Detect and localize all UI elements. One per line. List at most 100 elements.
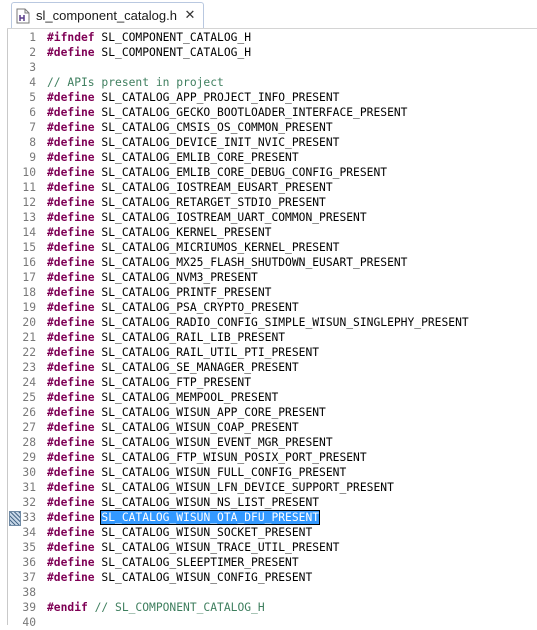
code-line[interactable]: 22 #define SL_CATALOG_RAIL_UTIL_PTI_PRESE… [8,345,537,360]
code-text: #define SL_CATALOG_WISUN_SOCKET_PRESENT [47,525,312,540]
code-line[interactable]: 38 [8,585,537,600]
line-number: 40 [22,616,36,629]
code-line[interactable]: 31 #define SL_CATALOG_WISUN_LFN_DEVICE_SU… [8,480,537,495]
macro-identifier: SL_CATALOG_WISUN_CONFIG_PRESENT [94,571,313,584]
code-text: #define SL_CATALOG_MICRIUMOS_KERNEL_PRES… [47,240,339,255]
preprocessor-keyword: #define [47,301,95,314]
preprocessor-keyword: #define [47,331,95,344]
code-line[interactable]: 17 #define SL_CATALOG_NVM3_PRESENT [8,270,537,285]
macro-identifier: SL_CATALOG_RADIO_CONFIG_SIMPLE_WISUN_SIN… [94,316,469,329]
code-line[interactable]: 20 #define SL_CATALOG_RADIO_CONFIG_SIMPLE… [8,315,537,330]
line-number: 24 [22,376,36,389]
code-editor[interactable]: 1 #ifndef SL_COMPONENT_CATALOG_H 2 #define … [8,29,537,629]
code-line[interactable]: 32 #define SL_CATALOG_WISUN_NS_LIST_PRESE… [8,495,537,510]
code-line[interactable]: 3 [8,60,537,75]
code-text: #define SL_CATALOG_KERNEL_PRESENT [47,225,271,240]
macro-identifier: SL_CATALOG_MEMPOOL_PRESENT [94,391,279,404]
code-line[interactable]: 15 #define SL_CATALOG_MICRIUMOS_KERNEL_PR… [8,240,537,255]
code-line[interactable]: 18 #define SL_CATALOG_PRINTF_PRESENT [8,285,537,300]
code-line[interactable]: 26 #define SL_CATALOG_WISUN_APP_CORE_PRES… [8,405,537,420]
code-line[interactable]: 24 #define SL_CATALOG_FTP_PRESENT [8,375,537,390]
line-number: 35 [22,541,36,554]
code-line[interactable]: 21 #define SL_CATALOG_RAIL_LIB_PRESENT [8,330,537,345]
code-line[interactable]: 14 #define SL_CATALOG_KERNEL_PRESENT [8,225,537,240]
line-number: 2 [29,46,36,59]
code-line[interactable]: 27 #define SL_CATALOG_WISUN_COAP_PRESENT [8,420,537,435]
line-number: 21 [22,331,36,344]
code-line[interactable]: 25 #define SL_CATALOG_MEMPOOL_PRESENT [8,390,537,405]
code-line[interactable]: 4 // APIs present in project [8,75,537,90]
code-comment: // APIs present in project [47,76,224,89]
preprocessor-keyword: #define [47,106,95,119]
code-line[interactable]: 8 #define SL_CATALOG_DEVICE_INIT_NVIC_PRE… [8,135,537,150]
preprocessor-keyword: #define [47,436,95,449]
code-line[interactable]: 19 #define SL_CATALOG_PSA_CRYPTO_PRESENT [8,300,537,315]
tab-sl-component-catalog-h[interactable]: sl_component_catalog.h ✕ [11,2,204,28]
code-line[interactable]: 11 #define SL_CATALOG_IOSTREAM_EUSART_PRE… [8,180,537,195]
macro-identifier: SL_COMPONENT_CATALOG_H [94,46,252,59]
code-text: #define SL_CATALOG_CMSIS_OS_COMMON_PRESE… [47,120,333,135]
code-line[interactable]: 2 #define SL_COMPONENT_CATALOG_H [8,45,537,60]
macro-identifier: SL_CATALOG_WISUN_TRACE_UTIL_PRESENT [94,541,340,554]
macro-identifier: SL_CATALOG_RETARGET_STDIO_PRESENT [94,196,326,209]
line-number: 22 [22,346,36,359]
code-line[interactable]: 23 #define SL_CATALOG_SE_MANAGER_PRESENT [8,360,537,375]
line-number: 28 [22,436,36,449]
code-line[interactable]: 37 #define SL_CATALOG_WISUN_CONFIG_PRESEN… [8,570,537,585]
preprocessor-keyword: #define [47,571,95,584]
macro-identifier: SL_CATALOG_PRINTF_PRESENT [94,286,272,299]
code-line[interactable]: 30 #define SL_CATALOG_WISUN_FULL_CONFIG_P… [8,465,537,480]
code-text: #define SL_CATALOG_WISUN_LFN_DEVICE_SUPP… [47,480,394,495]
code-text: #define SL_CATALOG_APP_PROJECT_INFO_PRES… [47,90,339,105]
code-line[interactable]: 34 #define SL_CATALOG_WISUN_SOCKET_PRESEN… [8,525,537,540]
line-number: 32 [22,496,36,509]
code-line[interactable]: 10 #define SL_CATALOG_EMLIB_CORE_DEBUG_CO… [8,165,537,180]
code-line[interactable]: 29 #define SL_CATALOG_FTP_WISUN_POSIX_POR… [8,450,537,465]
code-text: #define SL_CATALOG_RAIL_LIB_PRESENT [47,330,285,345]
left-panel-edge [0,0,8,625]
code-line[interactable]: 5 #define SL_CATALOG_APP_PROJECT_INFO_PRE… [8,90,537,105]
macro-identifier: SL_CATALOG_MICRIUMOS_KERNEL_PRESENT [94,241,340,254]
code-text: #define SL_CATALOG_WISUN_CONFIG_PRESENT [47,570,312,585]
code-line[interactable]: 39 #endif // SL_COMPONENT_CATALOG_H [8,600,537,615]
code-line[interactable]: 6 #define SL_CATALOG_GECKO_BOOTLOADER_INT… [8,105,537,120]
code-text: #ifndef SL_COMPONENT_CATALOG_H [47,30,251,45]
code-line[interactable]: 7 #define SL_CATALOG_CMSIS_OS_COMMON_PRES… [8,120,537,135]
code-line[interactable]: 36 #define SL_CATALOG_SLEEPTIMER_PRESENT [8,555,537,570]
selected-text[interactable]: SL_CATALOG_WISUN_OTA_DFU_PRESENT [100,510,321,525]
macro-identifier: SL_CATALOG_RAIL_LIB_PRESENT [94,331,286,344]
code-text: #define SL_CATALOG_IOSTREAM_EUSART_PRESE… [47,180,333,195]
preprocessor-keyword: #define [47,226,95,239]
code-text: #define SL_CATALOG_WISUN_COAP_PRESENT [47,420,299,435]
macro-identifier: SL_CATALOG_SLEEPTIMER_PRESENT [94,556,299,569]
code-text: #define SL_CATALOG_SLEEPTIMER_PRESENT [47,555,299,570]
line-number: 23 [22,361,36,374]
preprocessor-keyword: #define [47,271,95,284]
close-icon[interactable]: ✕ [183,8,197,23]
code-text: #define SL_CATALOG_IOSTREAM_UART_COMMON_… [47,210,367,225]
code-line[interactable]: 13 #define SL_CATALOG_IOSTREAM_UART_COMMO… [8,210,537,225]
code-line[interactable]: 33 #define SL_CATALOG_WISUN_OTA_DFU_PRESE… [8,510,537,526]
macro-identifier: SL_CATALOG_WISUN_APP_CORE_PRESENT [94,406,326,419]
code-line[interactable]: 40 [8,615,537,630]
code-text: #define SL_CATALOG_WISUN_FULL_CONFIG_PRE… [47,465,346,480]
macro-identifier: SL_CATALOG_FTP_PRESENT [94,376,252,389]
preprocessor-keyword: #define [47,466,95,479]
preprocessor-keyword: #define [47,556,95,569]
preprocessor-keyword: #define [47,91,95,104]
code-text: #define SL_CATALOG_FTP_WISUN_POSIX_PORT_… [47,450,367,465]
code-line[interactable]: 28 #define SL_CATALOG_WISUN_EVENT_MGR_PRE… [8,435,537,450]
code-line[interactable]: 1 #ifndef SL_COMPONENT_CATALOG_H [8,30,537,45]
code-text: #define SL_CATALOG_WISUN_EVENT_MGR_PRESE… [47,435,333,450]
line-number: 16 [22,256,36,269]
line-number: 37 [22,571,36,584]
preprocessor-keyword: #define [47,256,95,269]
code-text: #define SL_CATALOG_FTP_PRESENT [47,375,251,390]
preprocessor-keyword: #define [47,196,95,209]
code-line[interactable]: 12 #define SL_CATALOG_RETARGET_STDIO_PRES… [8,195,537,210]
code-text: #define SL_CATALOG_RAIL_UTIL_PTI_PRESENT [47,345,319,360]
macro-identifier: SL_CATALOG_PSA_CRYPTO_PRESENT [94,301,299,314]
code-line[interactable]: 9 #define SL_CATALOG_EMLIB_CORE_PRESENT [8,150,537,165]
code-line[interactable]: 16 #define SL_CATALOG_MX25_FLASH_SHUTDOWN… [8,255,537,270]
code-line[interactable]: 35 #define SL_CATALOG_WISUN_TRACE_UTIL_PR… [8,540,537,555]
